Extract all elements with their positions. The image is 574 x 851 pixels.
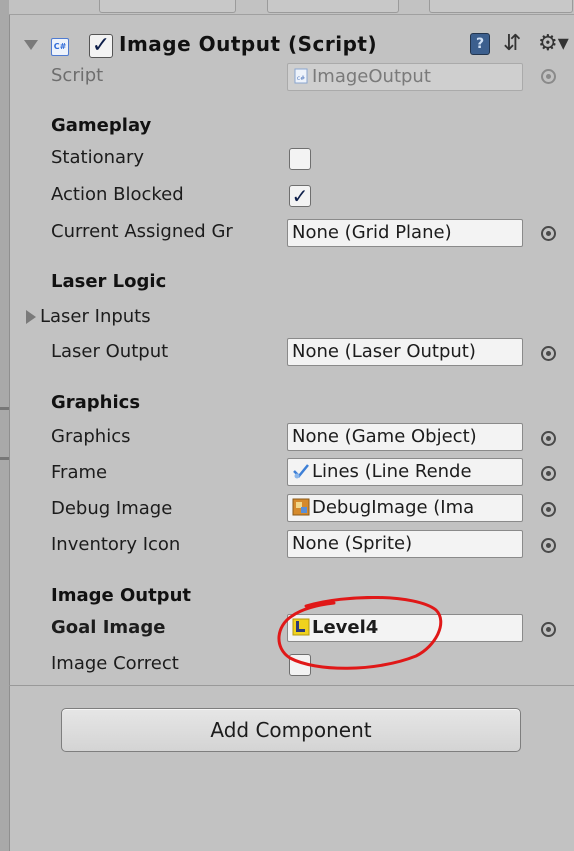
cs-script-icon: C# <box>51 38 69 56</box>
image-correct-label: Image Correct <box>51 653 179 674</box>
gutter-tick <box>0 407 9 410</box>
graphics-field[interactable]: None (Game Object) <box>287 423 523 451</box>
laser-output-picker-icon[interactable] <box>541 346 556 361</box>
component-enabled-checkbox[interactable]: ✓ <box>89 34 113 58</box>
image-component-icon <box>292 498 310 516</box>
grid-plane-picker-icon[interactable] <box>541 226 556 241</box>
frame-field[interactable]: Lines (Line Rende <box>287 458 523 486</box>
debug-image-row: Debug Image DebugImage (Ima <box>0 494 574 526</box>
debug-image-picker-icon[interactable] <box>541 502 556 517</box>
laser-output-row: Laser Output None (Laser Output) <box>0 337 574 369</box>
image-output-header: Image Output <box>51 585 191 606</box>
previous-component-strip <box>9 0 574 15</box>
grid-plane-label: Current Assigned Gr <box>51 221 233 242</box>
graphics-value: None (Game Object) <box>292 426 477 447</box>
laser-output-field[interactable]: None (Laser Output) <box>287 338 523 366</box>
line-renderer-icon <box>293 464 309 479</box>
prev-field-segment <box>429 0 573 13</box>
frame-row: Frame Lines (Line Rende <box>0 458 574 490</box>
goal-image-label: Goal Image <box>51 617 166 638</box>
graphics-row: Graphics None (Game Object) <box>0 422 574 454</box>
script-picker-icon <box>541 69 556 84</box>
svg-text:c#: c# <box>297 75 305 82</box>
stationary-checkbox[interactable] <box>289 148 311 170</box>
add-component-button[interactable]: Add Component <box>61 708 521 752</box>
frame-label: Frame <box>51 462 108 483</box>
laser-output-value: None (Laser Output) <box>292 341 476 362</box>
prev-field-segment <box>267 0 399 13</box>
stationary-row: Stationary <box>0 143 574 175</box>
script-label: Script <box>51 65 104 86</box>
component-divider <box>9 685 574 686</box>
script-value: ImageOutput <box>312 66 431 87</box>
action-blocked-checkbox[interactable]: ✓ <box>289 185 311 207</box>
goal-image-picker-icon[interactable] <box>541 622 556 637</box>
script-file-icon: c# <box>294 68 308 84</box>
stationary-label: Stationary <box>51 147 145 168</box>
sprite-icon <box>292 618 310 636</box>
goal-image-value: Level4 <box>312 617 379 638</box>
collapse-arrow-icon[interactable] <box>24 40 38 50</box>
script-row: Script c# ImageOutput <box>0 61 574 93</box>
debug-image-field[interactable]: DebugImage (Ima <box>287 494 523 522</box>
expand-arrow-icon[interactable] <box>26 310 36 324</box>
laser-output-label: Laser Output <box>51 341 169 362</box>
sliders-icon[interactable]: ⇵ <box>503 33 525 55</box>
book-help-icon[interactable] <box>470 33 490 55</box>
debug-image-value: DebugImage (Ima <box>312 497 475 518</box>
component-title[interactable]: Image Output (Script) <box>119 32 377 56</box>
inventory-icon-picker-icon[interactable] <box>541 538 556 553</box>
image-correct-checkbox[interactable] <box>289 654 311 676</box>
frame-picker-icon[interactable] <box>541 466 556 481</box>
grid-plane-row: Current Assigned Gr None (Grid Plane) <box>0 217 574 249</box>
action-blocked-label: Action Blocked <box>51 184 184 205</box>
graphics-header: Graphics <box>51 392 141 413</box>
graphics-label: Graphics <box>51 426 131 447</box>
image-correct-row: Image Correct <box>0 649 574 681</box>
grid-plane-value: None (Grid Plane) <box>292 222 452 243</box>
gear-icon[interactable]: ⚙▾ <box>538 33 569 55</box>
grid-plane-field[interactable]: None (Grid Plane) <box>287 219 523 247</box>
prev-field-segment <box>99 0 236 13</box>
laser-inputs-row[interactable]: Laser Inputs <box>0 302 574 334</box>
inspector-panel: C# ✓ Image Output (Script) ⇵ ⚙▾ Script c… <box>0 0 574 851</box>
goal-image-field[interactable]: Level4 <box>287 614 523 642</box>
graphics-picker-icon[interactable] <box>541 431 556 446</box>
inventory-icon-label: Inventory Icon <box>51 534 181 555</box>
debug-image-label: Debug Image <box>51 498 173 519</box>
laser-inputs-label[interactable]: Laser Inputs <box>40 306 151 327</box>
gameplay-header: Gameplay <box>51 115 152 136</box>
frame-value: Lines (Line Rende <box>312 461 472 482</box>
laser-logic-header: Laser Logic <box>51 271 167 292</box>
inventory-icon-value: None (Sprite) <box>292 533 413 554</box>
inventory-icon-row: Inventory Icon None (Sprite) <box>0 530 574 562</box>
inventory-icon-field[interactable]: None (Sprite) <box>287 530 523 558</box>
script-field: c# ImageOutput <box>287 63 523 91</box>
action-blocked-row: Action Blocked ✓ <box>0 180 574 212</box>
goal-image-row: Goal Image Level4 <box>0 613 574 645</box>
